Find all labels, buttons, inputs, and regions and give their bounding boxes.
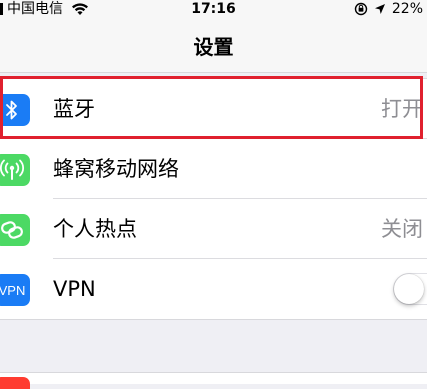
settings-list: 蓝牙 打开 蜂窝移动网络 个人热点 关闭 VPN VPN	[0, 78, 427, 320]
vpn-icon-text: VPN	[0, 282, 26, 298]
settings-row-label: 蓝牙	[53, 97, 95, 121]
settings-row-vpn[interactable]: VPN VPN	[0, 259, 427, 319]
hotspot-chain-icon	[0, 214, 30, 246]
nav-bar: 设置	[0, 20, 427, 73]
settings-row-label: VPN	[53, 277, 96, 301]
settings-row-value: 打开	[381, 97, 423, 121]
settings-row-label: 个人热点	[53, 217, 137, 241]
settings-row-value: 关闭	[381, 217, 423, 241]
next-settings-group	[0, 372, 427, 389]
toggle-knob	[394, 274, 424, 304]
partial-row-icon	[0, 377, 30, 389]
status-bar: 中国电信 17:16 22%	[0, 0, 427, 20]
battery-percent: 22%	[391, 1, 423, 17]
settings-row-label: 蜂窝移动网络	[53, 157, 179, 181]
bluetooth-icon	[0, 94, 30, 126]
vpn-toggle[interactable]	[393, 273, 427, 305]
location-arrow-icon	[374, 4, 385, 14]
settings-row-bluetooth[interactable]: 蓝牙 打开	[0, 79, 427, 139]
cellular-antenna-icon	[0, 154, 30, 186]
rotation-lock-icon	[354, 2, 368, 16]
settings-row-cellular[interactable]: 蜂窝移动网络	[0, 139, 427, 199]
vpn-icon: VPN	[0, 274, 30, 306]
page-title: 设置	[193, 35, 234, 59]
settings-row-hotspot[interactable]: 个人热点 关闭	[0, 199, 427, 259]
status-right: 22%	[354, 1, 423, 17]
